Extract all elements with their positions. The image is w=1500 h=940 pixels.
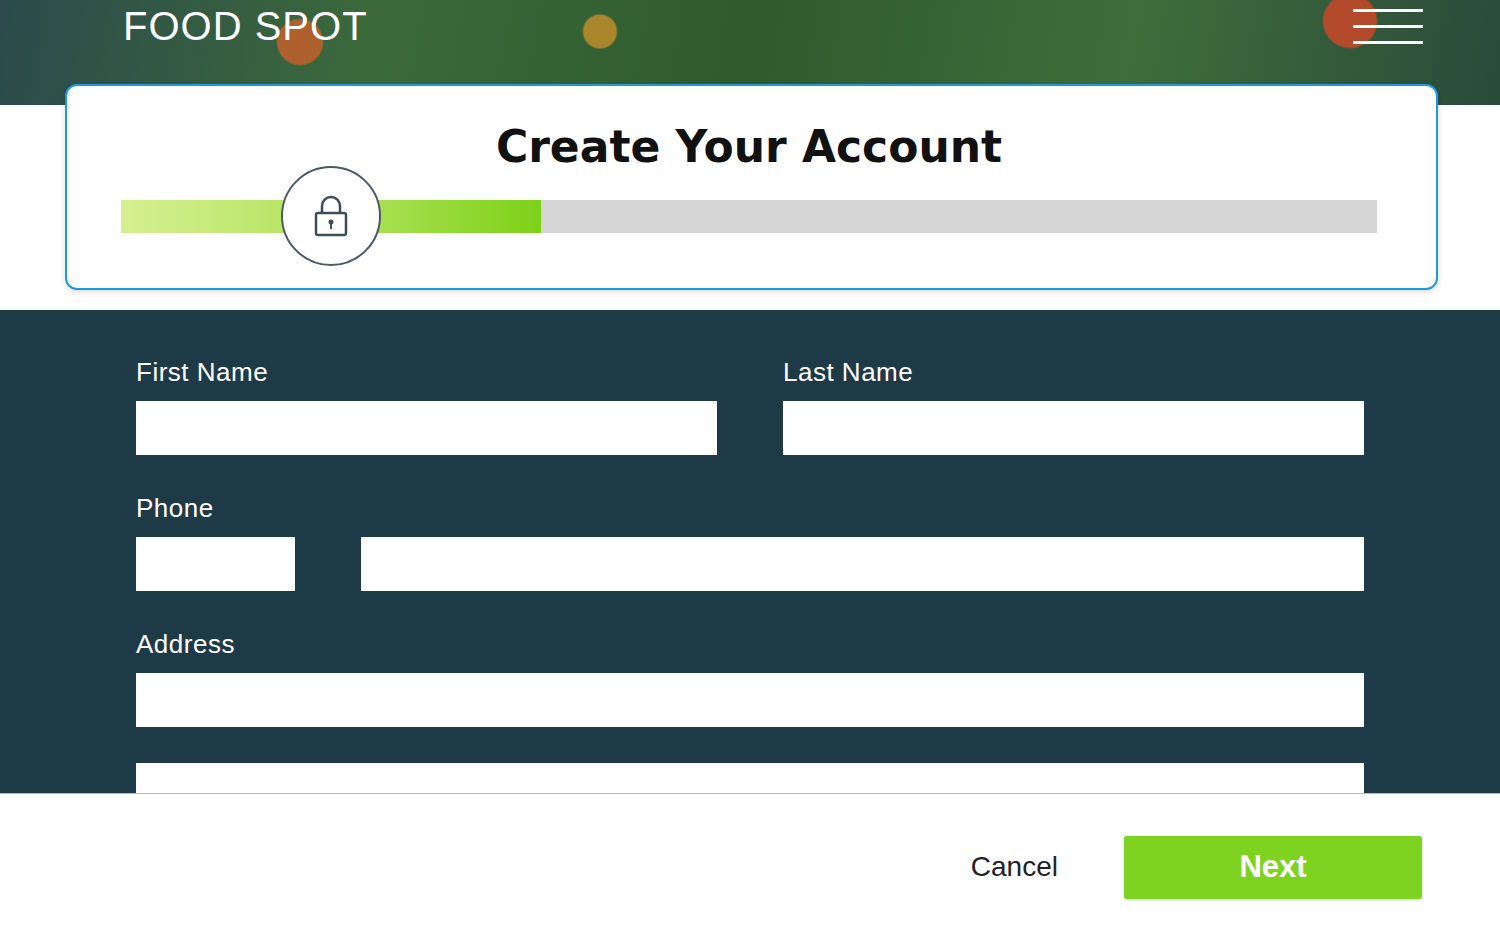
- phone-inputs: [136, 537, 1364, 591]
- footer: Cancel Next: [0, 793, 1500, 940]
- address-field: Address: [136, 628, 1364, 793]
- name-row: First Name Last Name: [136, 356, 1364, 455]
- address-inputs: [136, 673, 1364, 793]
- logo[interactable]: FOOD SPOT: [123, 4, 368, 49]
- next-button[interactable]: Next: [1124, 836, 1422, 899]
- address-input[interactable]: [136, 673, 1364, 727]
- signup-page: FOOD SPOT Create Your Account First Name La…: [0, 0, 1500, 940]
- progress-bar: [121, 200, 1377, 233]
- field-label: Address: [136, 628, 1364, 660]
- account-card: Create Your Account: [65, 84, 1438, 290]
- phone-field: Phone: [136, 492, 1364, 591]
- card-title: Create Your Account: [121, 122, 1377, 172]
- form-panel: First Name Last Name Phone Address: [0, 310, 1500, 793]
- lock-badge: [281, 166, 381, 266]
- cancel-button[interactable]: Cancel: [971, 843, 1058, 891]
- phone-input[interactable]: [136, 537, 295, 591]
- field-label: Phone: [136, 492, 1364, 524]
- phone-input[interactable]: [361, 537, 1364, 591]
- text-input[interactable]: [783, 401, 1364, 455]
- text-input[interactable]: [136, 401, 717, 455]
- menu-icon[interactable]: [1353, 7, 1423, 47]
- form-field: Last Name: [783, 356, 1364, 455]
- lock-icon: [311, 194, 351, 238]
- field-label: First Name: [136, 356, 717, 388]
- form-field: First Name: [136, 356, 717, 455]
- card-area: Create Your Account: [0, 105, 1500, 310]
- field-label: Last Name: [783, 356, 1364, 388]
- address-input[interactable]: [136, 763, 1364, 793]
